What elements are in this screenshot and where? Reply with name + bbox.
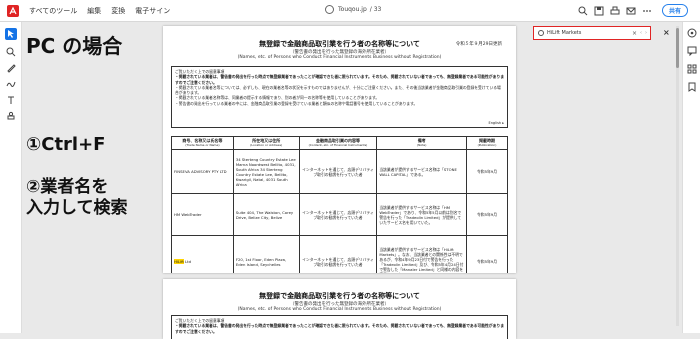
stamp-tool[interactable]: [5, 110, 17, 122]
cursor-icon: [8, 30, 14, 38]
close-find-icon[interactable]: ×: [663, 28, 670, 37]
search-highlight[interactable]: HiLift: [174, 259, 184, 264]
page2-title: 無登録で金融商品取引業を行う者の名称等について: [259, 292, 420, 300]
text-select-icon: [8, 96, 14, 104]
overlay-title: PC の場合: [26, 34, 123, 58]
cell-name: FINSEVA ADVISORY PTY LTD: [171, 149, 234, 194]
share-button[interactable]: 共有: [661, 4, 688, 17]
ai-assistant-icon[interactable]: [687, 28, 697, 38]
table-row: HM WebTrader Suite 404, The Walston, Cor…: [171, 193, 508, 236]
notes-line-1: ・掲載されている業者は、警告書の発出を行った時点で無登録業者であったことが確認で…: [175, 74, 504, 85]
cell-note: 当該業者が提供するサービス名称は「STONE WALL CAPITAL」である。: [376, 149, 468, 194]
header-note: 備考 (Note): [376, 136, 468, 150]
menu-all-tools[interactable]: すべてのツール: [29, 6, 77, 16]
cell-address: F20, 1st Floor, Eden Plaza, Eden Island,…: [232, 235, 300, 273]
text-tool[interactable]: [5, 94, 17, 106]
find-prev-icon[interactable]: ‹: [640, 30, 642, 36]
file-indicator[interactable]: Touqou.jp / 33: [325, 5, 381, 14]
page2-notes-box: ご覧いただく上での留意事項 ・掲載されている業者は、警告書の発出を行った時点で無…: [171, 315, 508, 339]
cell-note: 当該業者が提供するサービス名称は「HiLift Markets」。なお、当該業者…: [376, 235, 468, 273]
cell-business: インターネットを通じて、店頭デリバティブ取引の勧誘を行っていた者: [298, 149, 378, 194]
right-rail: [682, 22, 700, 333]
cell-date: 令和5年9月: [466, 193, 508, 236]
cell-name: HM WebTrader: [171, 193, 234, 236]
page2-notes-line-1: ・掲載されている業者は、警告書の発出を行った時点で無登録業者であったことが確認で…: [175, 323, 504, 334]
overlay-step1: ①Ctrl+F: [26, 134, 106, 155]
find-bar: × ‹ ›: [533, 26, 651, 40]
squiggle-icon: [6, 81, 16, 87]
clear-search-icon[interactable]: ×: [632, 30, 637, 37]
acrobat-icon[interactable]: [7, 4, 19, 17]
document-date: 令和５年９月29日更新: [455, 42, 502, 47]
menu-esign[interactable]: 電子サイン: [135, 6, 170, 16]
header-address: 所在地又は住所 (Location or Address): [232, 136, 300, 150]
cell-date: 令和5年9月: [466, 149, 508, 194]
cell-name: HiLift Ltd: [171, 235, 234, 273]
pen-tool[interactable]: [5, 62, 17, 74]
header-date: 掲載時期 (Publication): [466, 136, 508, 150]
cell-address: 34 Sterteng Country Estate Lee Marna Noo…: [232, 149, 300, 194]
notes-box: ご覧いただく上での留意事項 ・掲載されている業者は、警告書の発出を行った時点で無…: [171, 66, 508, 128]
mail-icon[interactable]: [626, 6, 636, 16]
pen-icon: [7, 64, 16, 73]
left-toolbar: [0, 22, 22, 333]
cell-address: Suite 404, The Walston, Corey Drive, Bel…: [232, 193, 300, 236]
thumbnails-icon[interactable]: [687, 64, 697, 74]
cell-note: 当該業者が提供するサービス名称は「HM WebTrader」であり、令和5年5月…: [376, 193, 468, 236]
find-next-icon[interactable]: ›: [645, 30, 647, 36]
cell-business: インターネットを通じて、店頭デリバティブ取引の勧誘を行っていた者: [298, 235, 378, 273]
zoom-icon: [6, 47, 16, 57]
file-page-count: / 33: [369, 6, 382, 13]
toolbar-right: 共有: [572, 4, 688, 17]
search-icon: [538, 30, 544, 36]
menu-convert[interactable]: 変換: [111, 6, 125, 16]
more-icon[interactable]: [642, 6, 652, 16]
stamp-icon: [7, 111, 15, 120]
print-icon[interactable]: [610, 6, 620, 16]
menu-edit[interactable]: 編集: [87, 6, 101, 16]
bookmark-icon[interactable]: [687, 82, 697, 92]
file-name: Touqou.jp: [338, 6, 367, 13]
select-tool[interactable]: [5, 28, 17, 40]
registry-table: 商号、名称又は氏名等 (Trade Name or Name) 所在地又は住所 (L…: [171, 136, 508, 273]
find-input[interactable]: [547, 30, 627, 36]
overlay-step2-line2: 入力して検索: [26, 198, 128, 218]
pdf-page-2: 無登録で金融商品取引業を行う者の名称等について （警告書の発出を行った無登録の海…: [163, 279, 516, 339]
table-header-row: 商号、名称又は氏名等 (Trade Name or Name) 所在地又は住所 (L…: [171, 136, 508, 150]
pdf-page-1: 無登録で金融商品取引業を行う者の名称等について （警告書の発出を行った無登録の海…: [163, 26, 516, 273]
search-icon[interactable]: [578, 6, 588, 16]
cell-business: インターネットを通じて、店頭デリバティブ取引の勧誘を行っていた者: [298, 193, 378, 236]
cell-date: 令和5年9月: [466, 235, 508, 273]
scrollbar-thumb[interactable]: [676, 28, 679, 68]
scrollbar-track[interactable]: [676, 26, 679, 326]
document-subtitle-en: (Names, etc. of Persons who Conduct Fina…: [237, 55, 442, 60]
save-icon[interactable]: [594, 6, 604, 16]
page2-subtitle-en: (Names, etc. of Persons who Conduct Fina…: [237, 307, 442, 312]
notes-line-2: ・掲載されている業者名等については、必ずしも、現在の業者名等の状況を示すものでは…: [175, 84, 501, 96]
table-row: HiLift Ltd F20, 1st Floor, Eden Plaza, E…: [171, 235, 508, 273]
comment-icon[interactable]: [687, 46, 697, 56]
header-business: 金融商品取引業の内容等 (Content, etc. of Financial I…: [298, 136, 378, 150]
notes-line-4: ・警告書の発出を行っている業者の中には、金融商品取引業の登録を受けている業者と類…: [175, 100, 418, 106]
zoom-tool[interactable]: [5, 46, 17, 58]
draw-tool[interactable]: [5, 78, 17, 90]
header-name: 商号、名称又は氏名等 (Trade Name or Name): [171, 136, 234, 150]
english-link[interactable]: English ▸: [488, 121, 504, 126]
table-row: FINSEVA ADVISORY PTY LTD 34 Sterteng Cou…: [171, 149, 508, 194]
globe-icon: [325, 5, 334, 14]
